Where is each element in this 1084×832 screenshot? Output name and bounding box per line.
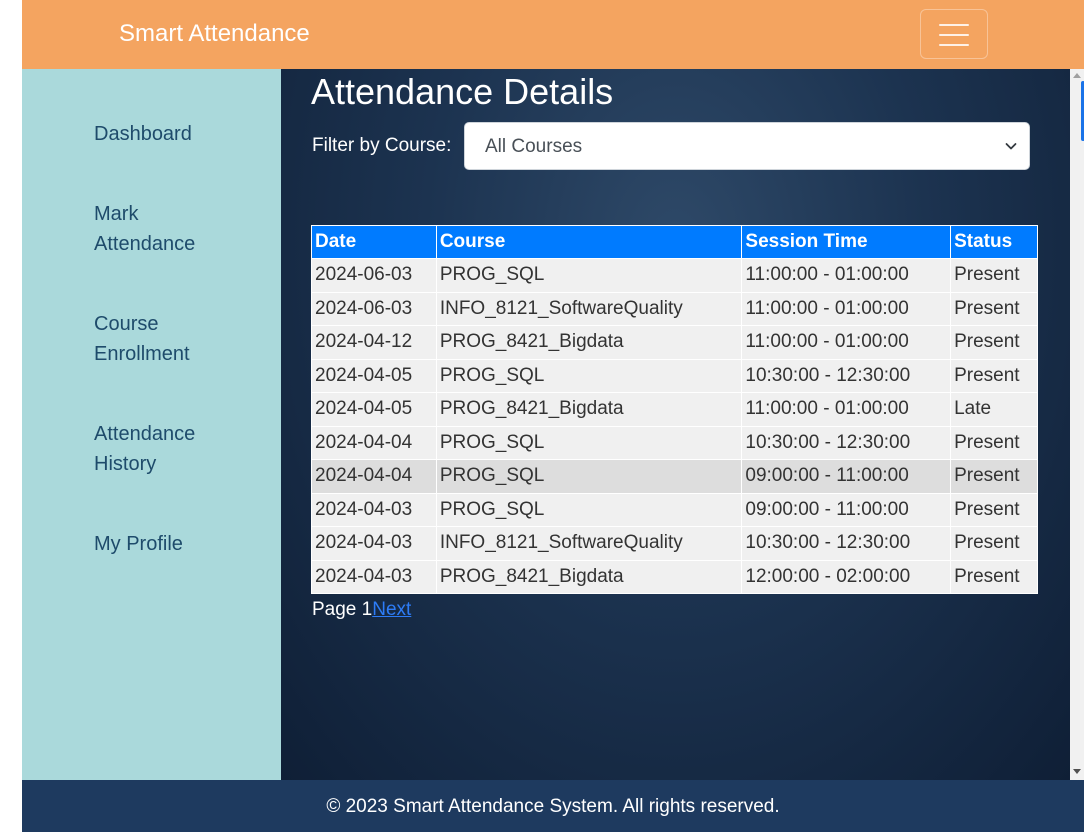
table-row: 2024-04-03 INFO_8121_SoftwareQuality 10:30… [311, 526, 1038, 561]
cell-session-time: 10:30:00 - 12:30:00 [741, 358, 952, 393]
cell-course: INFO_8121_SoftwareQuality [435, 291, 743, 326]
cell-date: 2024-06-03 [311, 291, 437, 326]
column-header-course: Course [435, 225, 743, 259]
cell-status: Present [950, 559, 1038, 594]
sidebar-item-my-profile[interactable]: My Profile [94, 529, 244, 559]
cell-course: PROG_8421_Bigdata [435, 392, 743, 427]
cell-status: Present [950, 258, 1038, 293]
chevron-down-icon [1005, 143, 1017, 150]
sidebar-item-label: History [94, 453, 157, 475]
table-row: 2024-04-03 PROG_SQL 09:00:00 - 11:00:00 Pre… [311, 492, 1038, 527]
cell-session-time: 11:00:00 - 01:00:00 [741, 258, 952, 293]
sidebar: Dashboard Mark Attendance Course Enrollm… [22, 69, 281, 780]
cell-session-time: 09:00:00 - 11:00:00 [741, 459, 952, 494]
course-filter-select[interactable]: All Courses [464, 122, 1030, 170]
cell-status: Present [950, 425, 1038, 460]
cell-session-time: 10:30:00 - 12:30:00 [741, 526, 952, 561]
cell-course: PROG_SQL [435, 258, 743, 293]
column-header-session-time: Session Time [741, 225, 952, 259]
sidebar-item-label: Course [94, 313, 159, 335]
cell-session-time: 11:00:00 - 01:00:00 [741, 325, 952, 360]
cell-date: 2024-04-05 [311, 358, 437, 393]
main-content: Attendance Details Filter by Course: All… [281, 69, 1070, 780]
page-indicator: Page 1 [312, 599, 373, 620]
sidebar-item-label: Attendance [94, 233, 196, 255]
cell-date: 2024-04-03 [311, 492, 437, 527]
cell-date: 2024-04-03 [311, 526, 437, 561]
table-row: 2024-04-04 PROG_SQL 09:00:00 - 11:00:00 Pre… [311, 459, 1038, 494]
cell-date: 2024-04-04 [311, 459, 437, 494]
scroll-up-arrow-icon[interactable] [1073, 73, 1081, 78]
cell-course: PROG_SQL [435, 492, 743, 527]
cell-status: Present [950, 358, 1038, 393]
table-row: 2024-04-12 PROG_8421_Bigdata 11:00:00 - 01… [311, 325, 1038, 360]
pagination: Page 1Next [312, 599, 411, 621]
cell-status: Present [950, 459, 1038, 494]
sidebar-item-course-enrollment[interactable]: Course Enrollment [94, 309, 244, 369]
page-title: Attendance Details [311, 71, 614, 112]
table-row: 2024-04-04 PROG_SQL 10:30:00 - 12:30:00 Pre… [311, 425, 1038, 460]
sidebar-item-label: Enrollment [94, 343, 190, 365]
cell-date: 2024-04-04 [311, 425, 437, 460]
cell-date: 2024-04-12 [311, 325, 437, 360]
column-header-date: Date [311, 225, 437, 259]
cell-session-time: 11:00:00 - 01:00:00 [741, 291, 952, 326]
table-row: 2024-06-03 INFO_8121_SoftwareQuality 11:00… [311, 291, 1038, 326]
cell-status: Present [950, 492, 1038, 527]
cell-status: Present [950, 526, 1038, 561]
attendance-table: Date Course Session Time Status 2024-06-… [311, 225, 1038, 594]
sidebar-item-label: Mark [94, 203, 139, 225]
cell-course: PROG_8421_Bigdata [435, 325, 743, 360]
cell-session-time: 12:00:00 - 02:00:00 [741, 559, 952, 594]
sidebar-item-attendance-history[interactable]: Attendance History [94, 419, 244, 479]
cell-course: PROG_8421_Bigdata [435, 559, 743, 594]
footer-copyright: © 2023 Smart Attendance System. All righ… [326, 796, 780, 817]
table-header-row: Date Course Session Time Status [311, 225, 1038, 259]
filter-selected-value: All Courses [485, 136, 583, 157]
table-row: 2024-04-03 PROG_8421_Bigdata 12:00:00 - 02… [311, 559, 1038, 594]
navbar-toggle-button[interactable] [920, 9, 988, 59]
table-row: 2024-04-05 PROG_SQL 10:30:00 - 12:30:00 Pre… [311, 358, 1038, 393]
cell-session-time: 11:00:00 - 01:00:00 [741, 392, 952, 427]
next-page-link[interactable]: Next [372, 599, 411, 620]
cell-status: Late [950, 392, 1038, 427]
sidebar-item-label: Dashboard [94, 123, 192, 145]
app-frame: Smart Attendance Dashboard Mark Attendan… [22, 0, 1084, 832]
table-row: 2024-04-05 PROG_8421_Bigdata 11:00:00 - 01… [311, 392, 1038, 427]
scrollbar[interactable] [1070, 69, 1084, 780]
table-row: 2024-06-03 PROG_SQL 11:00:00 - 01:00:00 Pre… [311, 258, 1038, 293]
cell-date: 2024-06-03 [311, 258, 437, 293]
cell-date: 2024-04-05 [311, 392, 437, 427]
cell-session-time: 09:00:00 - 11:00:00 [741, 492, 952, 527]
brand-title[interactable]: Smart Attendance [119, 20, 310, 48]
column-header-status: Status [950, 225, 1038, 259]
cell-status: Present [950, 291, 1038, 326]
sidebar-item-dashboard[interactable]: Dashboard [94, 119, 244, 149]
cell-course: INFO_8121_SoftwareQuality [435, 526, 743, 561]
cell-course: PROG_SQL [435, 425, 743, 460]
cell-session-time: 10:30:00 - 12:30:00 [741, 425, 952, 460]
cell-course: PROG_SQL [435, 459, 743, 494]
cell-course: PROG_SQL [435, 358, 743, 393]
sidebar-item-label: Attendance [94, 423, 196, 445]
sidebar-item-mark-attendance[interactable]: Mark Attendance [94, 199, 244, 259]
filter-label: Filter by Course: [312, 135, 452, 156]
cell-date: 2024-04-03 [311, 559, 437, 594]
navbar: Smart Attendance [22, 0, 1084, 69]
footer: © 2023 Smart Attendance System. All righ… [22, 780, 1084, 832]
cell-status: Present [950, 325, 1038, 360]
sidebar-item-label: My Profile [94, 533, 183, 555]
scroll-down-arrow-icon[interactable] [1073, 769, 1081, 774]
